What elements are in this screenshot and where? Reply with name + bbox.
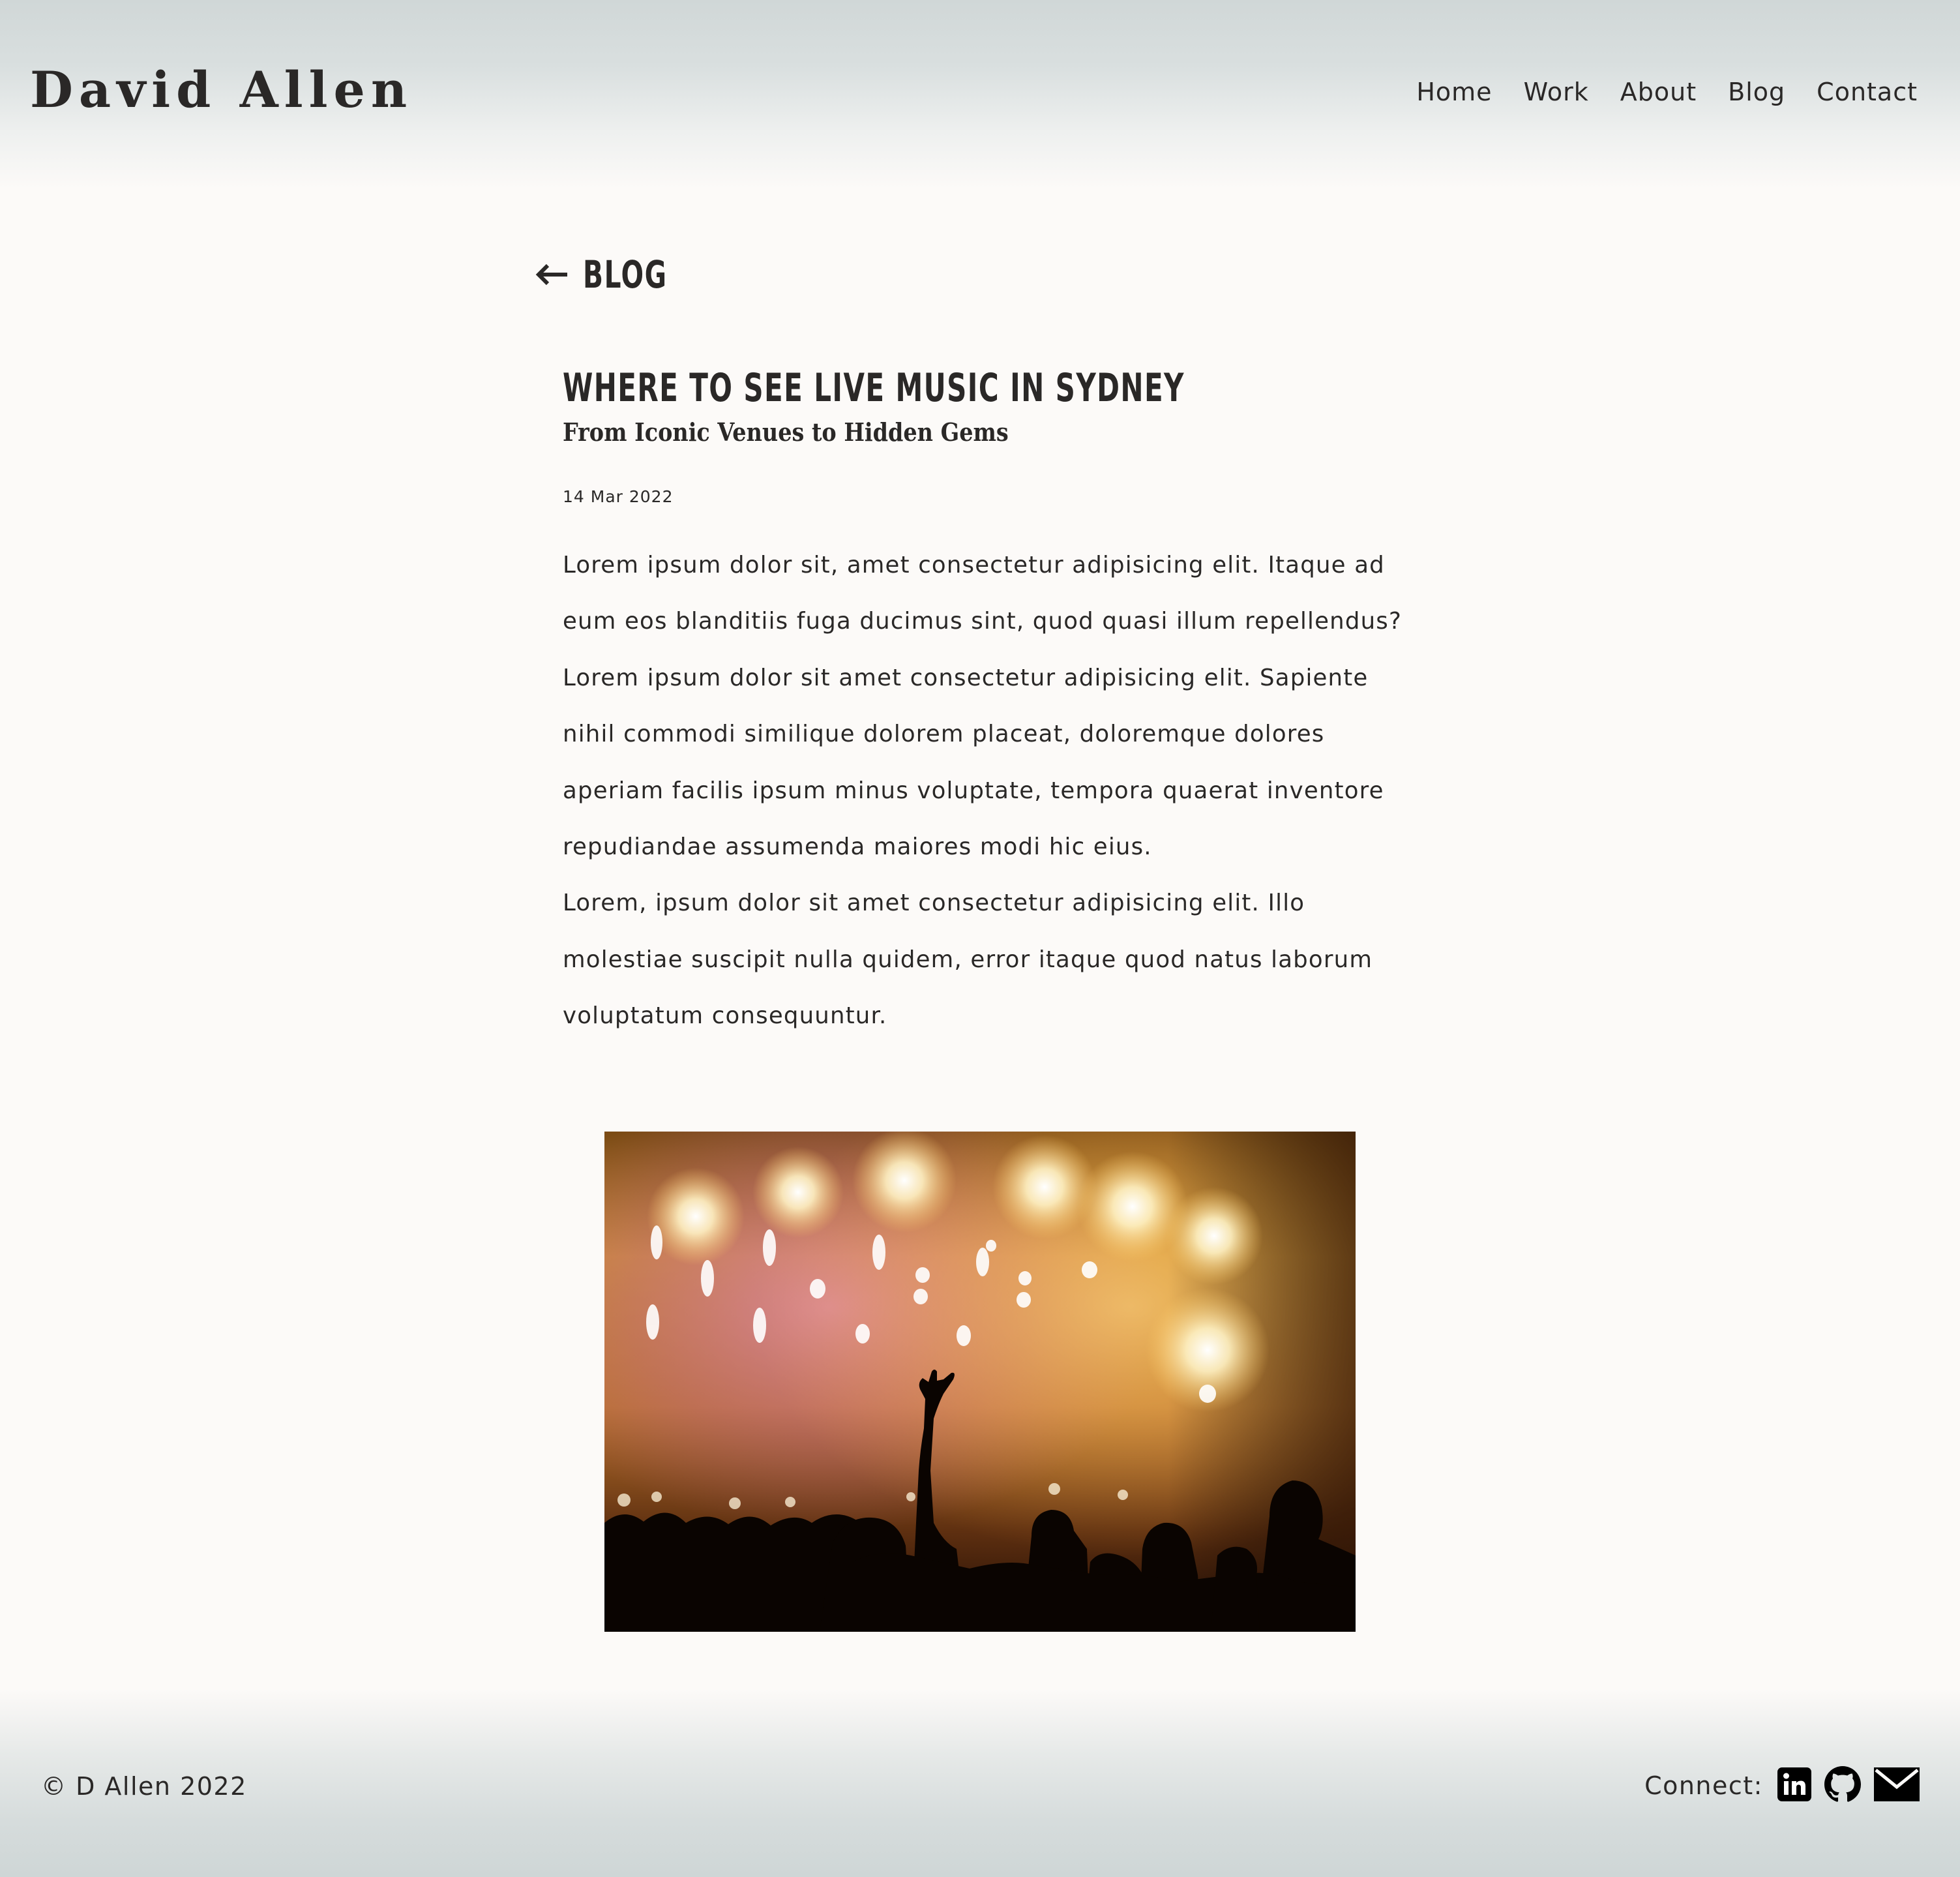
mail-icon[interactable] [1874,1767,1920,1804]
back-link-label: BLOG [583,252,668,297]
post-paragraph: Lorem ipsum dolor sit amet consectetur a… [563,664,1384,861]
nav-contact[interactable]: Contact [1817,80,1918,104]
connect-label: Connect: [1644,1771,1763,1800]
post-subtitle: From Iconic Venues to Hidden Gems [563,417,1009,447]
post-image-concert [604,1132,1356,1632]
copyright-text: © D Allen 2022 [41,1772,247,1801]
post-body: Lorem ipsum dolor sit, amet consectetur … [563,537,1423,1045]
post-paragraph: Lorem, ipsum dolor sit amet consectetur … [563,890,1373,1030]
arrow-left-icon [535,263,567,286]
post-date: 14 Mar 2022 [563,487,674,506]
back-to-blog-link[interactable]: BLOG [535,256,691,293]
nav-about[interactable]: About [1620,80,1697,104]
nav-home[interactable]: Home [1416,80,1492,104]
nav-blog[interactable]: Blog [1728,80,1785,104]
connect-links: Connect: [1644,1766,1920,1805]
github-icon[interactable] [1824,1766,1861,1805]
main-nav: Home Work About Blog Contact [1416,80,1918,104]
site-title[interactable]: David Allen [30,65,413,115]
post-title: WHERE TO SEE LIVE MUSIC IN SYDNEY [563,365,1185,411]
nav-work[interactable]: Work [1524,80,1589,104]
linkedin-icon[interactable] [1777,1767,1811,1804]
post-paragraph: Lorem ipsum dolor sit, amet consectetur … [563,552,1403,635]
